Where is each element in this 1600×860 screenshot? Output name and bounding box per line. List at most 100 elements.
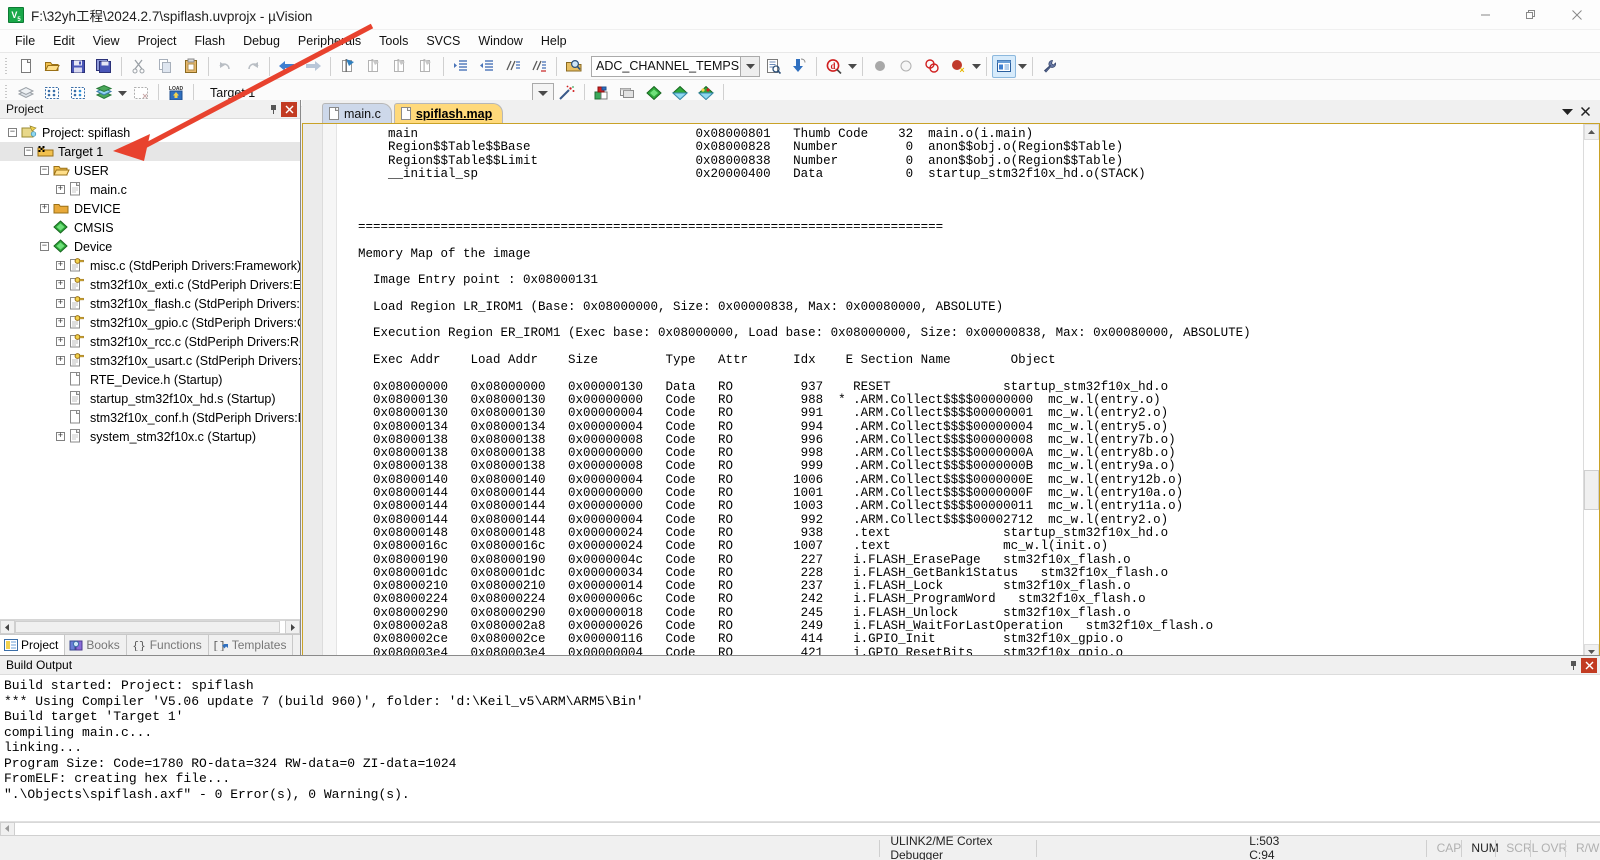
build-output-hscrollbar[interactable] xyxy=(0,821,1600,835)
restore-icon[interactable] xyxy=(1508,0,1554,30)
build-hscroll-track[interactable] xyxy=(15,822,1600,836)
tree-node[interactable]: +main.c xyxy=(0,180,300,199)
expand-toggle-icon[interactable]: + xyxy=(56,261,65,270)
chevron-down-icon[interactable] xyxy=(847,55,858,78)
tree-node[interactable]: +stm32f10x_gpio.c (StdPeriph Drivers:G xyxy=(0,313,300,332)
menu-file[interactable]: File xyxy=(6,31,44,52)
menu-peripherals[interactable]: Peripherals xyxy=(289,31,370,52)
editor-tab-main-c[interactable]: main.c xyxy=(322,103,392,123)
tree-node[interactable]: stm32f10x_conf.h (StdPeriph Drivers:F xyxy=(0,408,300,427)
find-in-project-icon[interactable] xyxy=(562,55,586,78)
tree-node[interactable]: −Project: spiflash xyxy=(0,123,300,142)
uncomment-icon[interactable] xyxy=(527,55,551,78)
collapse-toggle-icon[interactable]: − xyxy=(24,147,33,156)
arrow-right-icon[interactable] xyxy=(285,620,300,634)
pin-icon[interactable] xyxy=(265,101,281,117)
arrow-left-icon[interactable] xyxy=(0,822,15,836)
save-icon[interactable] xyxy=(66,55,90,78)
tree-node[interactable]: +stm32f10x_flash.c (StdPeriph Drivers:F xyxy=(0,294,300,313)
start-debug-icon[interactable]: d xyxy=(822,55,846,78)
vscroll-track[interactable] xyxy=(1584,140,1599,644)
outdent-icon[interactable] xyxy=(475,55,499,78)
project-tab-books[interactable]: Books xyxy=(65,635,126,656)
project-tree[interactable]: −Project: spiflash−Target 1−USER+main.c+… xyxy=(0,119,300,619)
expand-toggle-icon[interactable]: + xyxy=(40,204,49,213)
collapse-toggle-icon[interactable]: − xyxy=(40,242,49,251)
goto-definition-icon[interactable] xyxy=(787,55,811,78)
back-icon[interactable] xyxy=(275,55,299,78)
tree-node[interactable]: +stm32f10x_exti.c (StdPeriph Drivers:EX xyxy=(0,275,300,294)
kill-all-breakpoints-icon[interactable] xyxy=(920,55,944,78)
project-tree-hscrollbar[interactable] xyxy=(0,619,300,634)
menu-tools[interactable]: Tools xyxy=(370,31,417,52)
menu-help[interactable]: Help xyxy=(532,31,576,52)
project-tab-templates[interactable]: []Templates xyxy=(209,635,294,656)
expand-toggle-icon[interactable]: + xyxy=(56,299,65,308)
tree-node[interactable]: −Target 1 xyxy=(0,142,300,161)
close-icon[interactable] xyxy=(1554,0,1600,30)
build-output-text[interactable]: Build started: Project: spiflash*** Usin… xyxy=(0,675,1600,821)
window-layout-icon[interactable] xyxy=(992,55,1016,78)
editor-vscrollbar[interactable] xyxy=(1583,124,1599,660)
menu-svcs[interactable]: SVCS xyxy=(417,31,469,52)
save-all-icon[interactable] xyxy=(92,55,116,78)
chevron-down-icon[interactable] xyxy=(1017,55,1028,78)
arrow-up-icon[interactable] xyxy=(1584,124,1599,140)
open-file-icon[interactable] xyxy=(40,55,64,78)
menu-project[interactable]: Project xyxy=(129,31,186,52)
menu-debug[interactable]: Debug xyxy=(234,31,289,52)
minimize-icon[interactable] xyxy=(1462,0,1508,30)
cut-icon[interactable] xyxy=(127,55,151,78)
bookmark-next-icon[interactable] xyxy=(388,55,412,78)
tree-node[interactable]: −USER xyxy=(0,161,300,180)
tree-node[interactable]: +DEVICE xyxy=(0,199,300,218)
chevron-down-icon[interactable] xyxy=(740,57,759,76)
tree-node[interactable]: +system_stm32f10x.c (Startup) xyxy=(0,427,300,446)
tree-node[interactable]: +misc.c (StdPeriph Drivers:Framework) xyxy=(0,256,300,275)
tree-node[interactable]: RTE_Device.h (Startup) xyxy=(0,370,300,389)
expand-toggle-icon[interactable]: + xyxy=(56,356,65,365)
hscroll-track[interactable] xyxy=(15,620,285,634)
expand-toggle-icon[interactable]: + xyxy=(56,318,65,327)
expand-toggle-icon[interactable]: + xyxy=(56,185,65,194)
paste-icon[interactable] xyxy=(179,55,203,78)
copy-icon[interactable] xyxy=(153,55,177,78)
tree-node[interactable]: +stm32f10x_rcc.c (StdPeriph Drivers:RC xyxy=(0,332,300,351)
menu-view[interactable]: View xyxy=(84,31,129,52)
expand-toggle-icon[interactable]: + xyxy=(56,337,65,346)
arrow-left-icon[interactable] xyxy=(0,620,15,634)
menu-flash[interactable]: Flash xyxy=(185,31,234,52)
collapse-toggle-icon[interactable]: − xyxy=(8,128,17,137)
tree-node[interactable]: −Device xyxy=(0,237,300,256)
collapse-toggle-icon[interactable]: − xyxy=(40,166,49,175)
hscroll-thumb[interactable] xyxy=(15,621,280,633)
find-combo-value[interactable]: ADC_CHANNEL_TEMPSEN xyxy=(592,57,740,76)
wrench-icon[interactable] xyxy=(1038,55,1062,78)
map-file-content[interactable]: main 0x08000801 Thumb Code 32 main.o(i.m… xyxy=(337,124,1583,660)
project-tab-functions[interactable]: {}Functions xyxy=(127,635,209,656)
vscroll-thumb[interactable] xyxy=(1584,470,1599,510)
editor-tab-spiflash-map[interactable]: spiflash.map xyxy=(394,103,503,123)
bookmark-toggle-icon[interactable] xyxy=(336,55,360,78)
project-tab-project[interactable]: Project xyxy=(0,635,65,656)
find-in-files-icon[interactable] xyxy=(761,55,785,78)
disable-breakpoint-icon[interactable] xyxy=(894,55,918,78)
pin-icon[interactable] xyxy=(1565,657,1581,673)
undo-icon[interactable] xyxy=(214,55,238,78)
close-icon[interactable] xyxy=(1581,658,1597,673)
redo-icon[interactable] xyxy=(240,55,264,78)
forward-icon[interactable] xyxy=(301,55,325,78)
close-icon[interactable] xyxy=(281,102,297,117)
bookmark-clear-icon[interactable] xyxy=(414,55,438,78)
tree-node[interactable]: +stm32f10x_usart.c (StdPeriph Drivers:U xyxy=(0,351,300,370)
disable-all-breakpoints-icon[interactable]: × xyxy=(946,55,970,78)
expand-toggle-icon[interactable]: + xyxy=(56,432,65,441)
bookmark-prev-icon[interactable] xyxy=(362,55,386,78)
tree-node[interactable]: startup_stm32f10x_hd.s (Startup) xyxy=(0,389,300,408)
menu-edit[interactable]: Edit xyxy=(44,31,84,52)
indent-icon[interactable] xyxy=(449,55,473,78)
expand-toggle-icon[interactable]: + xyxy=(56,280,65,289)
chevron-down-icon[interactable] xyxy=(1558,103,1576,121)
comment-icon[interactable] xyxy=(501,55,525,78)
find-combo[interactable]: ADC_CHANNEL_TEMPSEN xyxy=(591,56,760,77)
